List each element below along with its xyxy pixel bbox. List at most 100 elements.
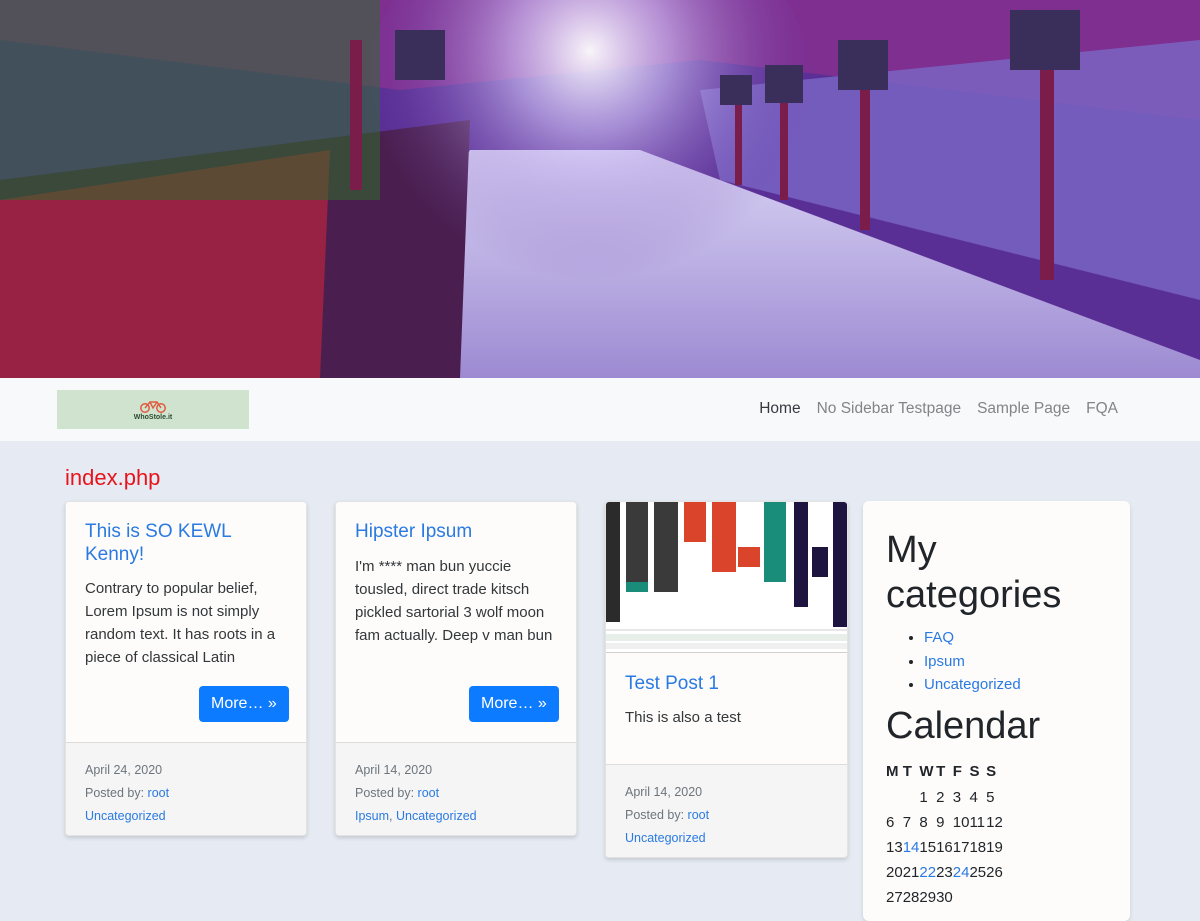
post-card: This is SO KEWL Kenny! Contrary to popul… (65, 501, 307, 836)
calendar-day: 29 (919, 888, 937, 906)
post-title[interactable]: This is SO KEWL Kenny! (85, 520, 287, 566)
nav-link-home[interactable]: Home (759, 400, 800, 418)
calendar-week-row: 13 14 15 16 17 18 19 (886, 835, 1003, 860)
calendar-day: 19 (986, 838, 1003, 856)
calendar-day[interactable]: 22 (919, 860, 936, 885)
calendar-day: 17 (952, 838, 970, 856)
calendar-weekday-row: MTWTFSS (886, 759, 1003, 785)
category-link-ipsum[interactable]: Ipsum (924, 653, 965, 670)
calendar-day: 7 (902, 813, 912, 831)
category-link-faq[interactable]: FAQ (924, 629, 954, 646)
calendar-day (986, 885, 1003, 910)
calendar-day: 1 (919, 788, 928, 806)
post-author-line: Posted by: root (355, 782, 557, 805)
calendar-weekday: F (952, 763, 962, 780)
post-excerpt: I'm **** man bun yuccie tousled, direct … (355, 558, 553, 644)
author-link[interactable]: root (418, 786, 440, 800)
posted-by-label: Posted by: (355, 786, 418, 800)
categories-heading: My categories (886, 529, 1062, 616)
calendar-week-row: 12345 (886, 785, 1003, 810)
posted-by-label: Posted by: (625, 808, 688, 822)
navbar: WhoStole.it Home No Sidebar Testpage Sam… (0, 378, 1200, 441)
calendar-day: 23 (936, 863, 953, 881)
post-meta: April 24, 2020 Posted by: root Uncategor… (66, 742, 306, 835)
calendar-day: 25 (969, 863, 987, 881)
calendar-day: 26 (986, 863, 1003, 881)
calendar-day: 12 (986, 813, 1003, 831)
list-item: Uncategorized (924, 673, 1107, 697)
calendar-day: 18 (969, 838, 987, 856)
calendar-day: 11 (969, 813, 986, 831)
post-date: April 14, 2020 (355, 763, 433, 777)
calendar-weekday: S (986, 763, 997, 780)
posted-by-label: Posted by: (85, 786, 148, 800)
post-card: Hipster Ipsum I'm **** man bun yuccie to… (335, 501, 577, 836)
calendar-day[interactable]: 14 (903, 835, 920, 860)
calendar-day: 20 (886, 863, 903, 881)
nav-link-fqa[interactable]: FQA (1086, 400, 1118, 418)
post-excerpt: This is also a test (625, 709, 741, 726)
more-button[interactable]: More… » (469, 686, 559, 722)
calendar-day (969, 885, 986, 910)
category-link[interactable]: Ipsum (355, 809, 389, 823)
bicycle-icon (140, 400, 166, 413)
calendar-day: 15 (919, 838, 937, 856)
calendar-day: 6 (886, 813, 895, 831)
calendar-weekday: S (969, 763, 980, 780)
list-item: Ipsum (924, 650, 1107, 674)
author-link[interactable]: root (148, 786, 170, 800)
author-link[interactable]: root (688, 808, 710, 822)
calendar-day (886, 785, 903, 810)
more-button[interactable]: More… » (199, 686, 289, 722)
calendar-heading: Calendar (886, 704, 1041, 747)
post-author-line: Posted by: root (625, 804, 828, 827)
calendar-day[interactable]: 24 (953, 860, 970, 885)
calendar-day: 9 (936, 813, 945, 831)
site-logo[interactable]: WhoStole.it (57, 390, 249, 429)
calendar-week-row: 6 7 8 9 10 11 12 (886, 810, 1003, 835)
nav-link-sample-page[interactable]: Sample Page (977, 400, 1070, 418)
post-card: Test Post 1 This is also a test April 14… (605, 501, 848, 858)
post-thumbnail-image[interactable] (606, 502, 847, 652)
calendar-day: 21 (902, 863, 920, 881)
calendar-table: MTWTFSS 1 2 3 4 5 6 7 8 9 10 11 12 13 14 15 16 17 18 19 20 2… (886, 759, 1003, 910)
categories-list: FAQ Ipsum Uncategorized (886, 626, 1107, 697)
list-item: FAQ (924, 626, 1107, 650)
post-excerpt: Contrary to popular belief, Lorem Ipsum … (85, 580, 276, 666)
post-author-line: Posted by: root (85, 782, 287, 805)
calendar-weekday: T (902, 763, 912, 780)
nav-link-no-sidebar-testpage[interactable]: No Sidebar Testpage (817, 400, 961, 418)
sidebar: My categories FAQ Ipsum Uncategorized Ca… (863, 501, 1130, 921)
hero-banner-image (0, 0, 1200, 378)
category-link[interactable]: Uncategorized (85, 809, 166, 823)
post-date: April 24, 2020 (85, 763, 163, 777)
calendar-day: 13 (886, 838, 903, 856)
category-link[interactable]: Uncategorized (396, 809, 477, 823)
category-separator: , (389, 809, 396, 823)
post-meta: April 14, 2020 Posted by: root Uncategor… (606, 764, 847, 857)
calendar-day: 27 (886, 888, 903, 906)
calendar-weekday: W (919, 763, 934, 780)
calendar-day (953, 885, 970, 910)
post-title[interactable]: Test Post 1 (625, 672, 828, 695)
calendar-day (903, 785, 920, 810)
calendar-week-row: 20 21 22 23 24 25 26 (886, 860, 1003, 885)
calendar-day: 16 (936, 838, 953, 856)
nav-menu: Home No Sidebar Testpage Sample Page FQA (759, 400, 1118, 418)
calendar-weekday: M (886, 763, 899, 780)
category-link-uncategorized[interactable]: Uncategorized (924, 676, 1021, 693)
calendar-day: 30 (936, 888, 953, 906)
calendar-day: 5 (986, 788, 995, 806)
calendar-day: 10 (952, 813, 970, 831)
calendar-day: 4 (969, 788, 978, 806)
post-date: April 14, 2020 (625, 785, 703, 799)
calendar-day: 28 (902, 888, 920, 906)
post-title[interactable]: Hipster Ipsum (355, 520, 557, 543)
calendar-day: 2 (936, 788, 945, 806)
post-meta: April 14, 2020 Posted by: root Ipsum, Un… (336, 742, 576, 835)
category-link[interactable]: Uncategorized (625, 831, 706, 845)
page-label: index.php (65, 465, 161, 490)
calendar-day: 3 (952, 788, 962, 806)
calendar-week-row: 27 28 29 30 (886, 885, 1003, 910)
calendar-day: 8 (919, 813, 928, 831)
